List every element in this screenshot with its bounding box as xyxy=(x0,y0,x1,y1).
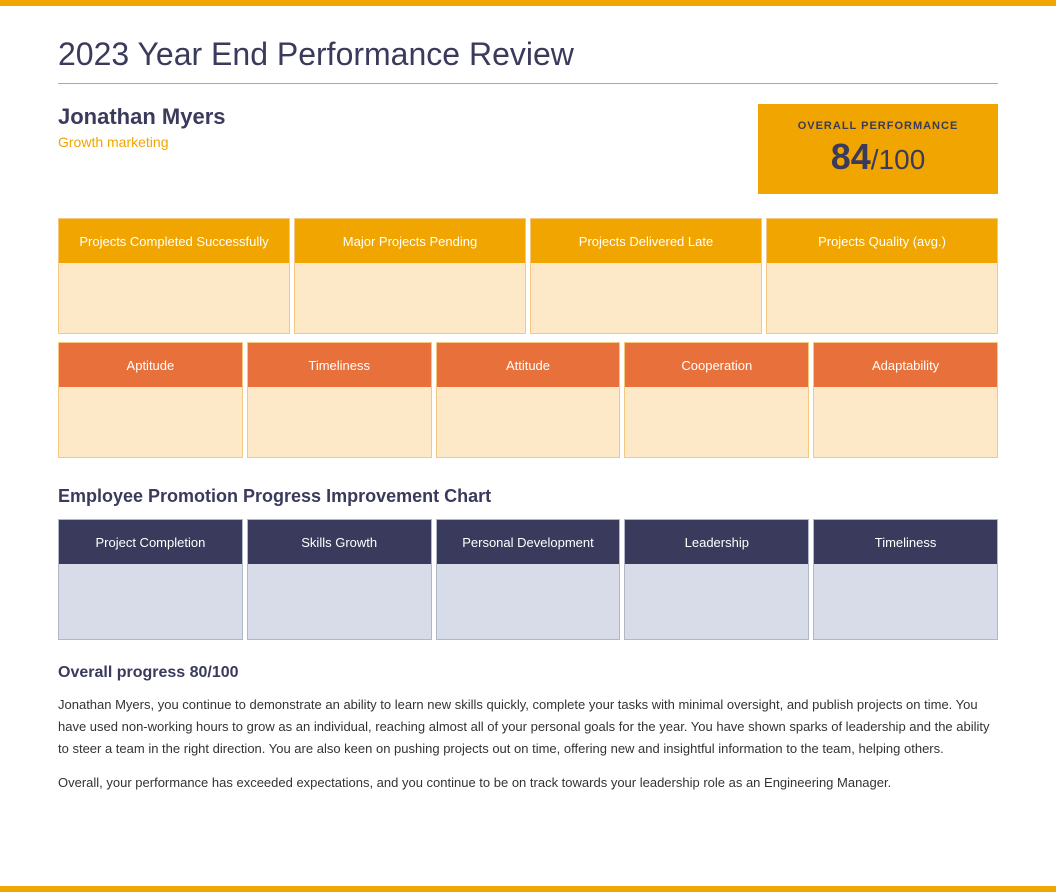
progress-card-3: Leadership xyxy=(624,519,809,640)
score-total: /100 xyxy=(871,144,926,175)
skills-row: Aptitude Timeliness Attitude Cooperation… xyxy=(58,342,998,458)
stat-card-0: Projects Completed Successfully xyxy=(58,218,290,334)
review-paragraph-1: Jonathan Myers, you continue to demonstr… xyxy=(58,694,998,760)
page-title: 2023 Year End Performance Review xyxy=(58,36,998,73)
progress-card-2: Personal Development xyxy=(436,519,621,640)
overall-performance-score: 84/100 xyxy=(786,136,970,178)
stat-card-body-1 xyxy=(295,263,525,333)
progress-card-0: Project Completion xyxy=(58,519,243,640)
progress-card-header-3: Leadership xyxy=(625,520,808,564)
progress-card-header-2: Personal Development xyxy=(437,520,620,564)
stat-card-header-3: Projects Quality (avg.) xyxy=(767,219,997,263)
progress-card-body-3 xyxy=(625,564,808,639)
header-row: Jonathan Myers Growth marketing OVERALL … xyxy=(58,104,998,194)
skill-card-4: Adaptability xyxy=(813,342,998,458)
overall-performance-box: OVERALL PERFORMANCE 84/100 xyxy=(758,104,998,194)
skill-card-2: Attitude xyxy=(436,342,621,458)
progress-card-header-1: Skills Growth xyxy=(248,520,431,564)
progress-section-title: Employee Promotion Progress Improvement … xyxy=(58,486,998,507)
skill-card-header-4: Adaptability xyxy=(814,343,997,387)
stat-card-1: Major Projects Pending xyxy=(294,218,526,334)
stat-card-body-3 xyxy=(767,263,997,333)
review-paragraph-2: Overall, your performance has exceeded e… xyxy=(58,772,998,794)
progress-card-header-4: Timeliness xyxy=(814,520,997,564)
stat-card-body-2 xyxy=(531,263,761,333)
skill-card-1: Timeliness xyxy=(247,342,432,458)
skill-card-body-3 xyxy=(625,387,808,457)
stat-card-header-0: Projects Completed Successfully xyxy=(59,219,289,263)
progress-card-body-2 xyxy=(437,564,620,639)
stats-row: Projects Completed Successfully Major Pr… xyxy=(58,218,998,334)
progress-card-header-0: Project Completion xyxy=(59,520,242,564)
score-number: 84 xyxy=(831,136,871,177)
skill-card-body-4 xyxy=(814,387,997,457)
stat-card-header-2: Projects Delivered Late xyxy=(531,219,761,263)
skill-card-header-0: Aptitude xyxy=(59,343,242,387)
employee-name: Jonathan Myers xyxy=(58,104,226,130)
employee-info: Jonathan Myers Growth marketing xyxy=(58,104,226,150)
skill-card-3: Cooperation xyxy=(624,342,809,458)
skill-card-body-2 xyxy=(437,387,620,457)
overall-progress-title: Overall progress 80/100 xyxy=(58,664,998,682)
progress-row: Project Completion Skills Growth Persona… xyxy=(58,519,998,640)
progress-card-4: Timeliness xyxy=(813,519,998,640)
skill-card-header-3: Cooperation xyxy=(625,343,808,387)
title-divider xyxy=(58,83,998,84)
skill-card-body-1 xyxy=(248,387,431,457)
stat-card-2: Projects Delivered Late xyxy=(530,218,762,334)
overall-performance-label: OVERALL PERFORMANCE xyxy=(786,120,970,132)
skill-card-body-0 xyxy=(59,387,242,457)
progress-card-body-0 xyxy=(59,564,242,639)
progress-card-body-4 xyxy=(814,564,997,639)
stat-card-body-0 xyxy=(59,263,289,333)
skill-card-header-1: Timeliness xyxy=(248,343,431,387)
bottom-bar xyxy=(0,886,1056,892)
progress-card-1: Skills Growth xyxy=(247,519,432,640)
stat-card-3: Projects Quality (avg.) xyxy=(766,218,998,334)
employee-role: Growth marketing xyxy=(58,134,226,150)
progress-card-body-1 xyxy=(248,564,431,639)
skill-card-0: Aptitude xyxy=(58,342,243,458)
stat-card-header-1: Major Projects Pending xyxy=(295,219,525,263)
skill-card-header-2: Attitude xyxy=(437,343,620,387)
